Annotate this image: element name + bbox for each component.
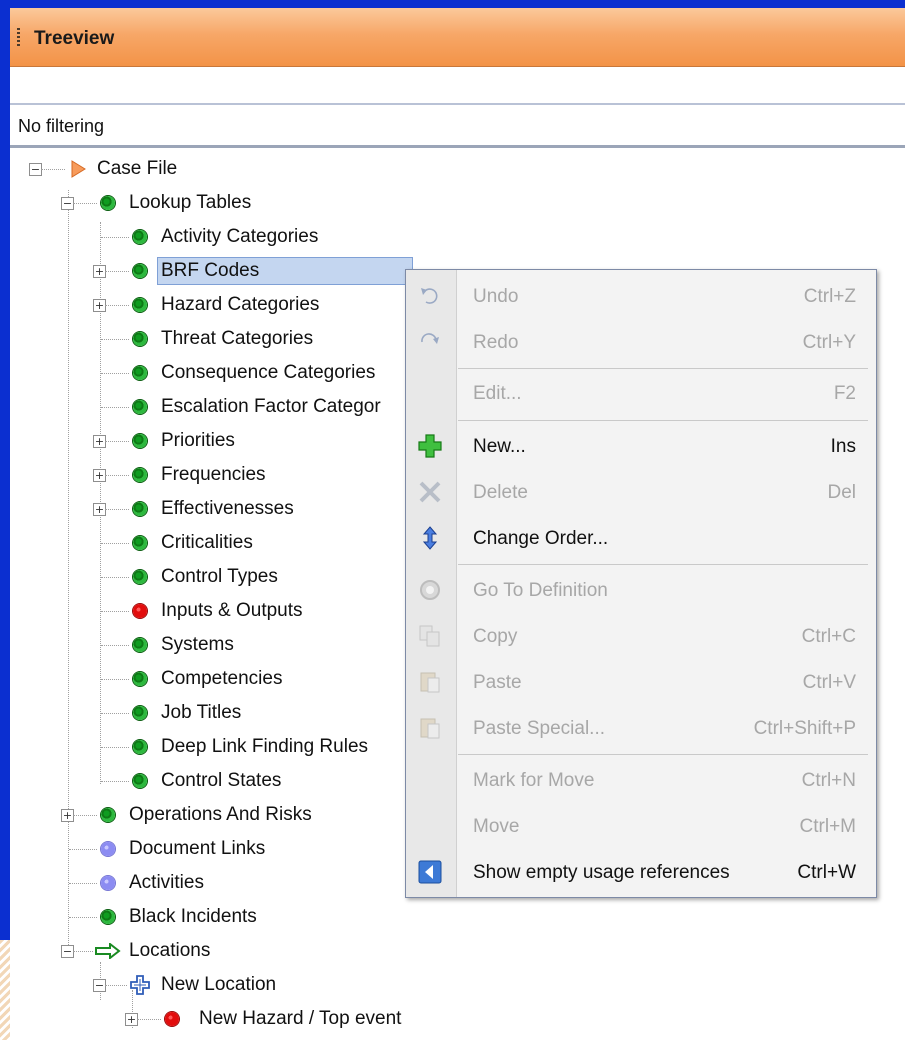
tree-item-job-titles[interactable]: Job Titles	[158, 700, 244, 726]
lavender-status-icon	[101, 842, 115, 856]
menu-item-change-order[interactable]: Change Order...	[406, 516, 876, 560]
menu-item-move[interactable]: Move Ctrl+M	[406, 804, 876, 848]
undo-icon	[421, 288, 438, 304]
menu-item-edit[interactable]: Edit... F2	[406, 371, 876, 415]
filter-bar[interactable]: No filtering	[10, 105, 905, 148]
green-status-icon	[133, 230, 147, 244]
paste-special-icon	[420, 718, 440, 739]
tree-item-new-hazard[interactable]: New Hazard / Top event	[196, 1006, 404, 1032]
menu-item-undo[interactable]: Undo Ctrl+Z	[406, 274, 876, 318]
tree-item-inputs-outputs[interactable]: Inputs & Outputs	[158, 598, 306, 624]
tree-item-activity-categories[interactable]: Activity Categories	[158, 224, 321, 250]
tree-item-lookup-tables[interactable]: Lookup Tables	[126, 190, 254, 216]
tree-item-control-types[interactable]: Control Types	[158, 564, 281, 590]
paste-icon	[420, 672, 440, 693]
green-status-icon	[133, 502, 147, 516]
menu-item-delete[interactable]: Delete Del	[406, 470, 876, 514]
tree-item-frequencies[interactable]: Frequencies	[158, 462, 269, 488]
tree-item-activities[interactable]: Activities	[126, 870, 207, 896]
green-status-icon	[133, 298, 147, 312]
green-status-icon	[133, 264, 147, 278]
frame-top-border	[0, 0, 905, 8]
up-down-arrow-icon	[422, 526, 438, 550]
grip-handle-icon[interactable]	[17, 28, 20, 48]
menu-item-new[interactable]: New... Ins	[406, 424, 876, 468]
window-title: Treeview	[34, 28, 115, 49]
green-arrow-icon	[95, 943, 121, 959]
green-status-icon	[133, 332, 147, 346]
frame-left-border	[0, 0, 10, 1040]
tree-item-deep-link-finding-rules[interactable]: Deep Link Finding Rules	[158, 734, 371, 760]
tree-item-case-file[interactable]: Case File	[94, 156, 180, 182]
tree-item-locations[interactable]: Locations	[126, 938, 213, 964]
menu-item-mark-for-move[interactable]: Mark for Move Ctrl+N	[406, 758, 876, 802]
green-status-icon	[133, 400, 147, 414]
tree-item-systems[interactable]: Systems	[158, 632, 237, 658]
menu-item-show-empty-usage-references[interactable]: Show empty usage references Ctrl+W	[406, 850, 876, 894]
tree-item-priorities[interactable]: Priorities	[158, 428, 238, 454]
green-status-icon	[133, 774, 147, 788]
tree-item-escalation-factor-categories[interactable]: Escalation Factor Categor	[158, 394, 384, 420]
menu-item-go-to-definition[interactable]: Go To Definition	[406, 568, 876, 612]
case-file-icon	[71, 160, 86, 178]
tree-item-threat-categories[interactable]: Threat Categories	[158, 326, 316, 352]
green-status-icon	[133, 366, 147, 380]
tree-item-consequence-categories[interactable]: Consequence Categories	[158, 360, 378, 386]
green-status-icon	[133, 672, 147, 686]
green-status-icon	[133, 638, 147, 652]
menu-item-paste-special[interactable]: Paste Special... Ctrl+Shift+P	[406, 706, 876, 750]
tree-item-document-links[interactable]: Document Links	[126, 836, 268, 862]
lavender-status-icon	[101, 876, 115, 890]
copy-icon	[419, 625, 440, 647]
show-references-icon	[418, 860, 442, 884]
menu-item-redo[interactable]: Redo Ctrl+Y	[406, 320, 876, 364]
background-hatch	[0, 940, 10, 1040]
green-status-icon	[133, 570, 147, 584]
context-menu: Undo Ctrl+Z Redo Ctrl+Y Edit... F2 New..…	[405, 269, 877, 898]
treeview-window: Treeview No filtering − Case File − Look…	[0, 0, 905, 1040]
tree-item-new-location[interactable]: New Location	[158, 972, 279, 998]
tree-item-effectivenesses[interactable]: Effectivenesses	[158, 496, 297, 522]
tree-item-hazard-categories[interactable]: Hazard Categories	[158, 292, 322, 318]
green-status-icon	[133, 740, 147, 754]
red-status-icon	[165, 1012, 179, 1026]
tree-item-competencies[interactable]: Competencies	[158, 666, 285, 692]
tree-item-black-incidents[interactable]: Black Incidents	[126, 904, 260, 930]
menu-item-paste[interactable]: Paste Ctrl+V	[406, 660, 876, 704]
green-status-icon	[133, 468, 147, 482]
delete-x-icon	[419, 481, 441, 503]
green-status-icon	[101, 808, 115, 822]
tree-item-brf-codes[interactable]: BRF Codes	[157, 257, 413, 285]
filter-status: No filtering	[18, 116, 105, 136]
tree-item-control-states[interactable]: Control States	[158, 768, 284, 794]
definition-gear-icon	[420, 580, 440, 600]
red-status-icon	[133, 604, 147, 618]
location-cross-icon	[130, 975, 150, 995]
redo-icon	[421, 333, 439, 344]
title-bar[interactable]: Treeview	[10, 8, 905, 67]
tree-item-criticalities[interactable]: Criticalities	[158, 530, 256, 556]
green-status-icon	[133, 434, 147, 448]
menu-item-copy[interactable]: Copy Ctrl+C	[406, 614, 876, 658]
green-status-icon	[133, 536, 147, 550]
toolbar-area	[10, 67, 905, 105]
green-status-icon	[133, 706, 147, 720]
plus-icon	[418, 434, 442, 458]
green-status-icon	[101, 196, 115, 210]
green-status-icon	[101, 910, 115, 924]
tree-item-operations-and-risks[interactable]: Operations And Risks	[126, 802, 315, 828]
